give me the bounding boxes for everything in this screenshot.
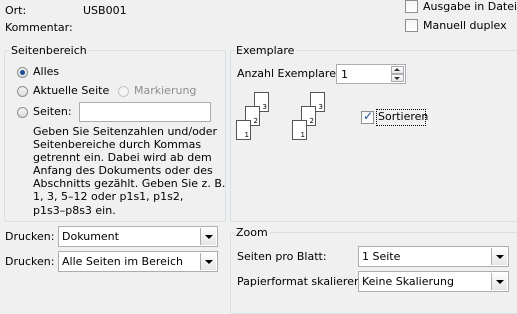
manuell-duplex-checkbox[interactable]	[405, 19, 418, 32]
drucken-label-1: Drucken:	[5, 230, 55, 243]
chevron-down-icon[interactable]	[200, 253, 216, 270]
collated-stack-2-icon: 3 2 1	[292, 90, 332, 146]
seiten-label: Seiten:	[33, 105, 72, 118]
drucken-label-2: Drucken:	[5, 255, 55, 268]
exemplare-title: Exemplare	[234, 44, 297, 57]
check-icon: ✓	[363, 109, 374, 123]
aktuelle-seite-label: Aktuelle Seite	[33, 84, 110, 97]
sortieren-checkbox[interactable]: ✓	[361, 109, 374, 124]
page-1-icon: 1	[292, 120, 307, 140]
seiten-pro-blatt-value: 1 Seite	[362, 250, 401, 263]
seiten-pro-blatt-select[interactable]: 1 Seite	[358, 246, 509, 267]
drucken-bereich-value: Alle Seiten im Bereich	[62, 255, 183, 268]
collated-stack-1-icon: 3 2 1	[236, 90, 276, 146]
drucken-bereich-select[interactable]: Alle Seiten im Bereich	[58, 251, 218, 272]
help-line: Anfang des Dokuments oder des	[33, 164, 213, 178]
chevron-down-icon[interactable]	[491, 248, 507, 265]
help-line: p1s3–p8s3 ein.	[33, 203, 116, 217]
anzahl-exemplare-label: Anzahl Exemplare:	[237, 67, 340, 80]
seiten-help-text: Geben Sie Seitenzahlen und/oder Seitenbe…	[33, 125, 225, 217]
radio-selected-dot	[20, 70, 25, 75]
help-line: 1, 3, 5–12 oder p1s1, p1s2,	[33, 190, 184, 204]
seiten-radio[interactable]	[17, 107, 28, 118]
seiten-input[interactable]	[79, 102, 211, 122]
markierung-label: Markierung	[134, 84, 197, 97]
spin-up-icon[interactable]	[391, 66, 404, 74]
help-line: Geben Sie Seitenzahlen und/oder	[33, 125, 218, 138]
alles-radio[interactable]	[17, 67, 28, 78]
help-line: Seitenbereiche durch Kommas	[33, 138, 202, 152]
kommentar-label: Kommentar:	[5, 21, 73, 34]
chevron-down-icon[interactable]	[200, 228, 216, 245]
anzahl-exemplare-value: 1	[341, 68, 348, 81]
page-1-icon: 1	[236, 120, 251, 140]
zoom-title: Zoom	[234, 226, 270, 239]
papierformat-label: Papierformat skalieren:	[237, 275, 365, 288]
aktuelle-seite-radio[interactable]	[17, 86, 28, 97]
alles-label: Alles	[33, 65, 60, 78]
ort-value: USB001	[83, 4, 127, 17]
manuell-duplex-label: Manuell duplex	[423, 19, 507, 32]
papierformat-value: Keine Skalierung	[362, 275, 454, 288]
sortieren-label: Sortieren	[378, 110, 429, 123]
spin-down-icon[interactable]	[391, 74, 404, 82]
ort-label: Ort:	[5, 4, 27, 17]
drucken-dokument-value: Dokument	[62, 230, 119, 243]
chevron-down-icon[interactable]	[491, 273, 507, 290]
seitenbereich-title: Seitenbereich	[9, 44, 89, 57]
papierformat-select[interactable]: Keine Skalierung	[358, 271, 509, 292]
ausgabe-in-datei-label: Ausgabe in Datei	[423, 0, 517, 13]
help-line: Abschnitts gezählt. Geben Sie z. B.	[33, 177, 226, 191]
markierung-radio[interactable]	[118, 86, 129, 97]
seiten-pro-blatt-label: Seiten pro Blatt:	[237, 250, 327, 263]
anzahl-exemplare-input[interactable]: 1	[336, 64, 406, 84]
ausgabe-in-datei-checkbox[interactable]	[405, 0, 418, 13]
drucken-dokument-select[interactable]: Dokument	[58, 226, 218, 247]
help-line: getrennt ein. Dabei wird ab dem	[33, 151, 212, 165]
